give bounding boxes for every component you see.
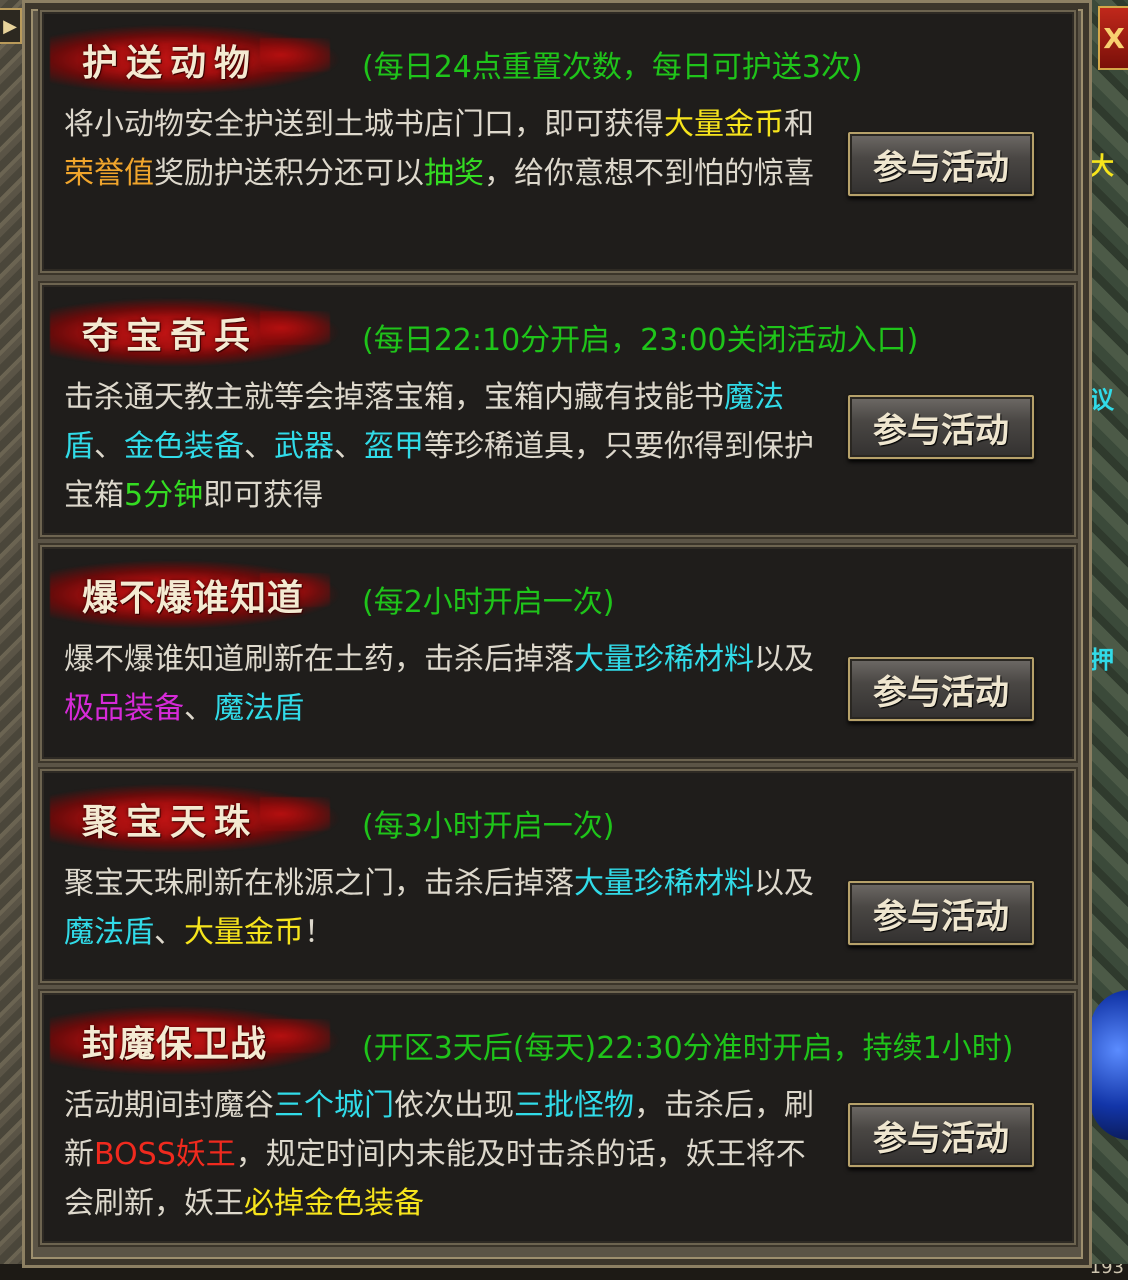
highlight-text: 武器 (274, 429, 334, 464)
highlight-text: 荣誉值 (64, 156, 154, 191)
close-icon[interactable]: X (1098, 6, 1128, 70)
description-text: 以及 (754, 866, 814, 901)
description-text: 、 (154, 915, 184, 950)
description-text: ，给你意想不到怕的惊喜 (484, 156, 814, 191)
description-text: 奖励护送积分还可以 (154, 156, 424, 191)
highlight-text: 魔法盾 (214, 691, 304, 726)
activity-description: 击杀通天教主就等会掉落宝箱，宝箱内藏有技能书魔法盾、金色装备、武器、盔甲等珍稀道… (64, 373, 814, 520)
mana-orb (1090, 990, 1128, 1140)
description-text: ！ (304, 915, 334, 950)
activity-title: 护送动物 (82, 42, 259, 84)
description-text: 活动期间封魔谷 (64, 1088, 274, 1123)
description-text: 、 (244, 429, 274, 464)
description-text: 依次出现 (394, 1088, 514, 1123)
join-activity-button[interactable]: 参与活动 (848, 1103, 1034, 1167)
highlight-text: 5分钟 (124, 478, 204, 513)
activity-title: 聚宝天珠 (82, 801, 259, 843)
description-text: 爆不爆谁知道刷新在土药，击杀后掉落 (64, 642, 574, 677)
join-activity-button[interactable]: 参与活动 (848, 395, 1034, 459)
activity-description: 活动期间封魔谷三个城门依次出现三批怪物，击杀后，刷新BOSS妖王，规定时间内未能… (64, 1081, 814, 1228)
activity-title: 封魔保卫战 (82, 1023, 268, 1065)
highlight-text: 大量珍稀材料 (574, 866, 754, 901)
game-world-right: 大 议 押 (1088, 0, 1128, 1280)
highlight-text: 极品装备 (64, 691, 184, 726)
collapse-arrow-icon[interactable]: ▶ (0, 8, 22, 44)
description-text: 、 (334, 429, 364, 464)
highlight-text: 盔甲 (364, 429, 424, 464)
highlight-text: 大量金币 (184, 915, 304, 950)
activity-description: 将小动物安全护送到土城书店门口，即可获得大量金币和荣誉值奖励护送积分还可以抽奖，… (64, 100, 814, 198)
join-activity-button[interactable]: 参与活动 (848, 881, 1034, 945)
activity-schedule: (每日24点重置次数，每日可护送3次) (362, 50, 863, 85)
join-activity-button[interactable]: 参与活动 (848, 132, 1034, 196)
activity-schedule: (每2小时开启一次) (362, 585, 615, 620)
side-label-1: 大 (1090, 152, 1114, 180)
activity-title: 爆不爆谁知道 (82, 577, 305, 619)
activity-title: 夺宝奇兵 (82, 315, 259, 357)
description-text: 和 (784, 107, 814, 142)
highlight-text: 三个城门 (274, 1088, 394, 1123)
description-text: 、 (184, 691, 214, 726)
description-text: 将小动物安全护送到土城书店门口，即可获得 (64, 107, 664, 142)
description-text: 以及 (754, 642, 814, 677)
highlight-text: 大量珍稀材料 (574, 642, 754, 677)
activity-card: 封魔保卫战 (开区3天后(每天)22:30分准时开启，持续1小时) 活动期间封魔谷三… (40, 991, 1076, 1245)
description-text: 、 (94, 429, 124, 464)
highlight-text: 大量金币 (664, 107, 784, 142)
activity-card: 夺宝奇兵 (每日22:10分开启，23:00关闭活动入口) 击杀通天教主就等会掉落宝… (40, 283, 1076, 537)
join-activity-button[interactable]: 参与活动 (848, 657, 1034, 721)
highlight-text: BOSS妖王 (94, 1137, 236, 1172)
status-number: 193 (1089, 1264, 1124, 1278)
activity-card: 聚宝天珠 (每3小时开启一次) 聚宝天珠刷新在桃源之门，击杀后掉落大量珍稀材料以及魔… (40, 769, 1076, 983)
activity-schedule: (每日22:10分开启，23:00关闭活动入口) (362, 323, 919, 358)
activity-description: 聚宝天珠刷新在桃源之门，击杀后掉落大量珍稀材料以及魔法盾、大量金币！ (64, 859, 814, 957)
side-label-2: 议 (1090, 386, 1114, 414)
description-text: 击杀通天教主就等会掉落宝箱，宝箱内藏有技能书 (64, 380, 724, 415)
activity-card: 护送动物 (每日24点重置次数，每日可护送3次) 将小动物安全护送到土城书店门口，即… (40, 10, 1076, 273)
highlight-text: 魔法盾 (64, 915, 154, 950)
description-text: 即可获得 (203, 478, 324, 513)
highlight-text: 抽奖 (424, 156, 484, 191)
activity-schedule: (每3小时开启一次) (362, 809, 615, 844)
highlight-text: 金色装备 (124, 429, 244, 464)
activity-card: 爆不爆谁知道 (每2小时开启一次) 爆不爆谁知道刷新在土药，击杀后掉落大量珍稀材料以… (40, 545, 1076, 761)
highlight-text: 三批怪物 (514, 1088, 634, 1123)
highlight-text: 必掉金色装备 (244, 1186, 424, 1221)
description-text: 聚宝天珠刷新在桃源之门，击杀后掉落 (64, 866, 574, 901)
activity-description: 爆不爆谁知道刷新在土药，击杀后掉落大量珍稀材料以及极品装备、魔法盾 (64, 635, 814, 733)
side-label-3: 押 (1090, 646, 1114, 674)
activity-schedule: (开区3天后(每天)22:30分准时开启，持续1小时) (362, 1031, 1014, 1066)
